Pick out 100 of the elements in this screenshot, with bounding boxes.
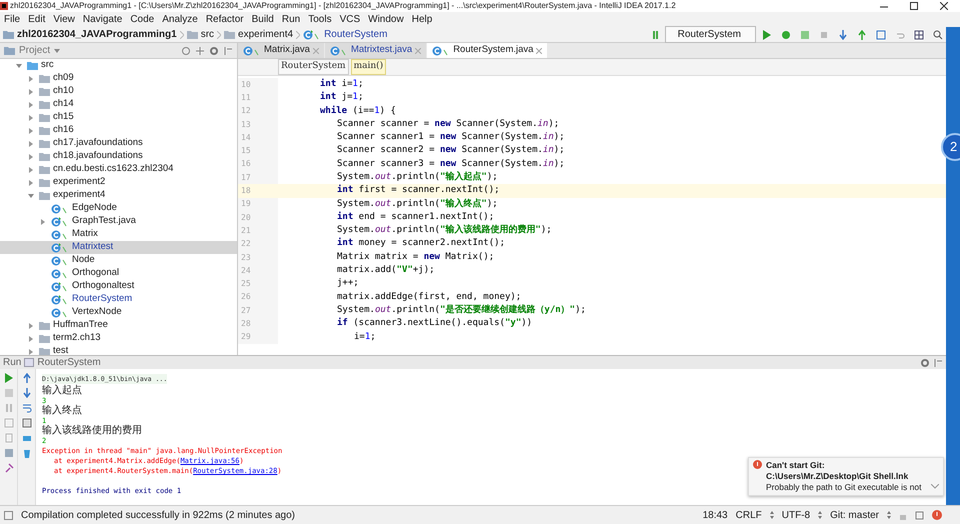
tree-item[interactable]: ch09	[0, 72, 237, 85]
collapsed-arrow-icon[interactable]	[28, 322, 34, 328]
search-icon[interactable]	[933, 30, 943, 40]
breadcrumb-item[interactable]: RouterSystem	[278, 59, 349, 75]
tree-item[interactable]: ch18.javafoundations	[0, 150, 237, 163]
collapsed-arrow-icon[interactable]	[28, 166, 34, 172]
tree-item[interactable]: GraphTest.java	[0, 215, 237, 228]
collapse-icon[interactable]	[195, 46, 205, 56]
tree-item[interactable]: cn.edu.besti.cs1623.zhl2304	[0, 163, 237, 176]
event-log-icon[interactable]	[932, 510, 942, 520]
collapsed-arrow-icon[interactable]	[28, 348, 34, 354]
line-number: 20	[238, 210, 278, 224]
caret-icon[interactable]	[54, 48, 60, 52]
expanded-arrow-icon[interactable]	[28, 192, 34, 198]
tree-item[interactable]: test	[0, 345, 237, 355]
menu-item[interactable]: Tools	[304, 12, 336, 27]
editor-tab[interactable]: Matrixtest.java	[324, 43, 426, 58]
menu-item[interactable]: File	[0, 12, 24, 27]
status-widget[interactable]: Git: master	[830, 508, 879, 522]
vcs-update-icon[interactable]	[838, 30, 848, 40]
breadcrumb-item[interactable]: experiment4	[238, 27, 294, 42]
run-tab[interactable]: RouterSystem	[37, 355, 101, 370]
menu-item[interactable]: Code	[126, 12, 158, 27]
pause-icon[interactable]	[4, 403, 14, 413]
code-line: System.out.println("是否还要继续创建线路（y/n）");	[336, 304, 586, 317]
collapsed-arrow-icon[interactable]	[28, 128, 34, 134]
updown-icon[interactable]	[770, 511, 774, 519]
breadcrumb-item[interactable]: RouterSystem	[324, 27, 388, 42]
editor-tab[interactable]: RouterSystem.java	[427, 43, 548, 58]
collapsed-arrow-icon[interactable]	[28, 180, 34, 186]
close-icon[interactable]	[940, 2, 948, 10]
tree-item[interactable]: ch16	[0, 124, 237, 137]
tree-item[interactable]: Matrix	[0, 228, 237, 241]
tree-item[interactable]: Node	[0, 254, 237, 267]
wrap-icon[interactable]	[22, 403, 32, 413]
collapsed-arrow-icon[interactable]	[28, 154, 34, 160]
collapsed-arrow-icon[interactable]	[40, 218, 46, 224]
up-icon[interactable]	[22, 373, 32, 383]
expanded-arrow-icon[interactable]	[16, 62, 22, 68]
collapsed-arrow-icon[interactable]	[28, 76, 34, 82]
menu-item[interactable]: Refactor	[202, 12, 248, 27]
breadcrumb-item[interactable]: src	[200, 27, 214, 42]
menu-item[interactable]: View	[49, 12, 79, 27]
tree-item[interactable]: term2.ch13	[0, 332, 237, 345]
run-icon[interactable]	[4, 373, 14, 383]
updown-icon[interactable]	[887, 511, 891, 519]
menu-item[interactable]: Edit	[24, 12, 50, 27]
tree-item[interactable]: ch15	[0, 111, 237, 124]
tree-item[interactable]: EdgeNode	[0, 202, 237, 215]
menu-item[interactable]: Build	[248, 12, 278, 27]
expand-icon[interactable]	[931, 484, 939, 489]
hide-icon[interactable]	[933, 358, 943, 368]
trash-icon[interactable]	[22, 448, 32, 458]
panel-title[interactable]: Project	[19, 43, 50, 58]
stop-icon[interactable]	[4, 388, 14, 398]
tree-item[interactable]: HuffmanTree	[0, 319, 237, 332]
menu-item[interactable]: Window	[364, 12, 408, 27]
collapsed-arrow-icon[interactable]	[28, 140, 34, 146]
menu-item[interactable]: VCS	[336, 12, 364, 27]
collapsed-arrow-icon[interactable]	[28, 336, 34, 342]
collapsed-arrow-icon[interactable]	[28, 102, 34, 108]
run-icon[interactable]	[762, 30, 772, 40]
tree-item[interactable]: VertexNode	[0, 306, 237, 319]
pin-icon[interactable]	[4, 463, 14, 473]
editor-tab[interactable]: Matrix.java	[238, 43, 324, 58]
tree-item[interactable]: src	[0, 59, 237, 72]
tree-item[interactable]: RouterSystem	[0, 293, 237, 306]
menu-item[interactable]: Run	[278, 12, 304, 27]
status-widget[interactable]: CRLF	[736, 508, 762, 522]
panel-title[interactable]: Run	[3, 355, 22, 370]
updown-icon[interactable]	[818, 511, 822, 519]
menu-item[interactable]: Navigate	[78, 12, 126, 27]
tree-item[interactable]: Orthogonal	[0, 267, 237, 280]
tree-item[interactable]: ch14	[0, 98, 237, 111]
maximize-icon[interactable]	[910, 2, 918, 10]
status-widget[interactable]: UTF-8	[782, 508, 810, 522]
breadcrumb-item[interactable]: zhl20162304_JAVAProgramming1	[17, 27, 177, 42]
hide-icon[interactable]	[223, 46, 233, 56]
tree-item[interactable]: experiment2	[0, 176, 237, 189]
tree-item[interactable]: experiment4	[0, 189, 237, 202]
settings-icon[interactable]	[209, 46, 219, 56]
tree-item[interactable]: ch10	[0, 85, 237, 98]
tree-item[interactable]: Matrixtest	[0, 241, 237, 254]
stop-icon[interactable]	[819, 30, 829, 40]
run-config-dropdown[interactable]: RouterSystem	[664, 26, 756, 43]
tree-item[interactable]: Orthogonaltest	[0, 280, 237, 293]
locate-icon[interactable]	[181, 46, 191, 56]
vcs-commit-icon[interactable]	[857, 30, 867, 40]
menu-item[interactable]: Help	[408, 12, 436, 27]
menu-item[interactable]: Analyze	[158, 12, 202, 27]
collapsed-arrow-icon[interactable]	[28, 114, 34, 120]
app-icon	[0, 2, 8, 10]
breadcrumb-item[interactable]: main()	[350, 59, 386, 75]
collapsed-arrow-icon[interactable]	[28, 88, 34, 94]
settings-icon[interactable]	[920, 358, 930, 368]
debug-icon[interactable]	[781, 30, 791, 40]
project-structure-icon[interactable]	[914, 30, 924, 40]
tree-item[interactable]: ch17.javafoundations	[0, 137, 237, 150]
down-icon[interactable]	[22, 388, 32, 398]
caret-position[interactable]: 18:43	[702, 508, 728, 522]
